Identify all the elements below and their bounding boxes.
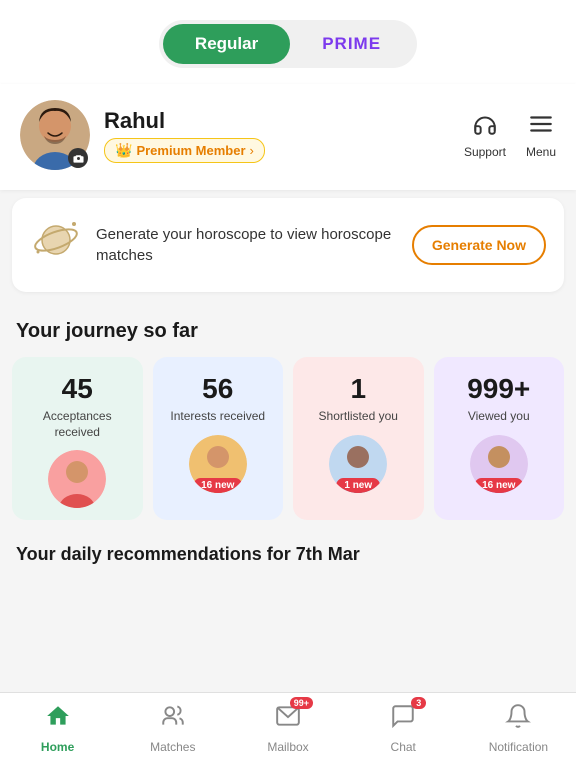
support-label: Support — [464, 145, 506, 159]
tab-regular[interactable]: Regular — [163, 24, 290, 64]
premium-badge-arrow: › — [250, 143, 254, 158]
mailbox-icon: 99+ — [275, 703, 301, 736]
tab-prime[interactable]: PRIME — [290, 24, 413, 64]
nav-mailbox-label: Mailbox — [267, 740, 308, 754]
nav-matches[interactable]: Matches — [115, 703, 230, 754]
shortlisted-number: 1 — [350, 373, 366, 405]
shortlisted-new-badge: 1 new — [336, 478, 380, 493]
viewed-avatar: 16 new — [470, 435, 528, 493]
home-icon — [45, 703, 71, 736]
premium-badge-text: Premium Member — [136, 143, 245, 158]
premium-badge[interactable]: 👑 Premium Member › — [104, 138, 265, 163]
camera-badge[interactable] — [68, 148, 88, 168]
stat-card-interests[interactable]: 56 Interests received 16 new — [153, 357, 284, 520]
viewed-number: 999+ — [467, 373, 530, 405]
menu-button[interactable]: Menu — [526, 111, 556, 159]
interests-label: Interests received — [170, 409, 265, 425]
menu-icon — [528, 111, 554, 143]
stat-card-shortlisted[interactable]: 1 Shortlisted you 1 new — [293, 357, 424, 520]
shortlisted-label: Shortlisted you — [319, 409, 398, 425]
chat-badge: 3 — [411, 697, 426, 709]
bottom-nav: Home Matches 99+ Mailbox 3 — [0, 692, 576, 768]
stat-card-viewed[interactable]: 999+ Viewed you 16 new — [434, 357, 565, 520]
interests-new-badge: 16 new — [193, 478, 242, 493]
avatar-wrap[interactable] — [20, 100, 90, 170]
journey-title: Your journey so far — [0, 300, 576, 357]
stat-card-acceptances[interactable]: 45 Acceptances received — [12, 357, 143, 520]
horoscope-icon — [30, 214, 82, 276]
nav-notification-label: Notification — [489, 740, 548, 754]
nav-notification[interactable]: Notification — [461, 703, 576, 754]
viewed-new-badge: 16 new — [474, 478, 523, 493]
acceptances-avatar — [48, 450, 106, 508]
nav-home-label: Home — [41, 740, 74, 754]
matches-icon — [160, 703, 186, 736]
stats-grid: 45 Acceptances received 56 Interests rec… — [0, 357, 576, 536]
tab-pill-container: Regular PRIME — [159, 20, 417, 68]
generate-now-button[interactable]: Generate Now — [412, 225, 546, 265]
nav-chat-label: Chat — [391, 740, 416, 754]
profile-name: Rahul — [104, 108, 450, 134]
notification-icon — [505, 703, 531, 736]
header-actions: Support Menu — [464, 111, 556, 159]
menu-label: Menu — [526, 145, 556, 159]
viewed-label: Viewed you — [468, 409, 530, 425]
support-icon — [472, 111, 498, 143]
nav-chat[interactable]: 3 Chat — [346, 703, 461, 754]
interests-number: 56 — [202, 373, 233, 405]
interests-avatar: 16 new — [189, 435, 247, 493]
nav-matches-label: Matches — [150, 740, 195, 754]
crown-icon: 👑 — [115, 142, 132, 159]
main-content: Regular PRIME — [0, 0, 576, 649]
mailbox-badge: 99+ — [290, 697, 313, 709]
profile-card: Rahul 👑 Premium Member › Support — [0, 84, 576, 190]
nav-home[interactable]: Home — [0, 703, 115, 754]
top-tabs: Regular PRIME — [0, 0, 576, 84]
profile-info: Rahul 👑 Premium Member › — [104, 108, 450, 163]
horoscope-text: Generate your horoscope to view horoscop… — [96, 224, 398, 266]
chat-icon: 3 — [390, 703, 416, 736]
shortlisted-avatar: 1 new — [329, 435, 387, 493]
nav-mailbox[interactable]: 99+ Mailbox — [230, 703, 345, 754]
horoscope-banner: Generate your horoscope to view horoscop… — [12, 198, 564, 292]
daily-reco-title: Your daily recommendations for 7th Mar — [0, 536, 576, 569]
acceptances-number: 45 — [62, 373, 93, 405]
acceptances-label: Acceptances received — [22, 409, 133, 440]
support-button[interactable]: Support — [464, 111, 506, 159]
